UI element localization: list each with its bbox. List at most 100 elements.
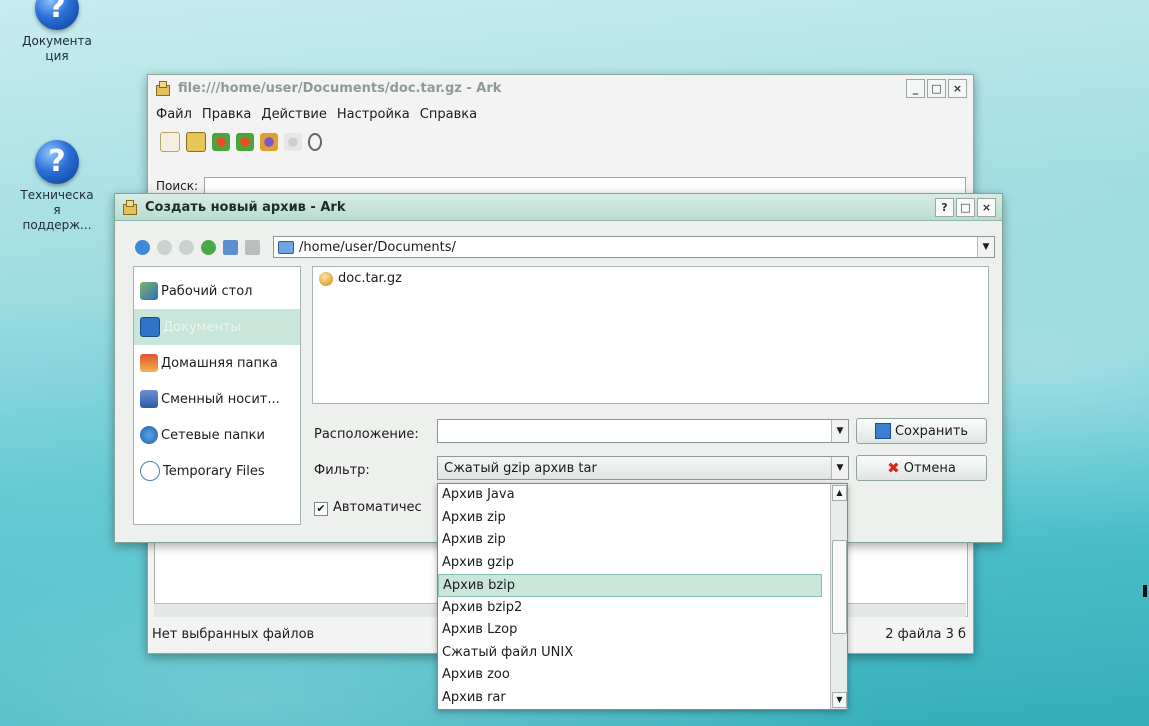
place-removable[interactable]: Сменный носит... [134,381,300,417]
place-label: Сетевые папки [161,427,265,443]
scroll-down-icon[interactable]: ▼ [832,692,847,708]
auto-extension-label: Автоматичес [333,500,422,515]
place-label: Сменный носит... [161,391,280,407]
help-button[interactable]: ? [935,197,954,217]
file-name: doc.tar.gz [338,271,402,286]
place-network[interactable]: Сетевые папки [134,417,300,453]
forward-icon[interactable] [179,239,194,255]
location-label: Расположение: [314,427,419,442]
desktop-icon-label: ция [45,49,69,63]
scroll-up-icon[interactable]: ▲ [832,485,847,501]
add-file-icon[interactable] [212,133,230,151]
desktop-icon-documentation[interactable]: ? Документа ция [4,0,110,64]
dialog-titlebar[interactable]: Создать новый архив - Ark ? □ × [115,194,1002,221]
home-icon [140,354,158,372]
filter-select[interactable]: Сжатый gzip архив tar ▼ [437,456,849,480]
filter-label: Фильтр: [314,463,370,478]
up-icon[interactable] [135,239,150,255]
place-home[interactable]: Домашняя папка [134,345,300,381]
desktop-icon-label: Техническа [20,188,94,202]
extract-icon[interactable] [260,133,278,151]
dropdown-option[interactable]: Архив zip [438,507,826,530]
file-list[interactable]: doc.tar.gz [312,266,989,404]
auto-extension-checkbox[interactable]: ✔ [314,502,328,516]
cancel-button[interactable]: ✖ Отмена [856,455,987,481]
dropdown-scrollbar[interactable]: ▲ ▼ [830,484,847,709]
search-label: Поиск: [156,179,199,193]
ark-app-icon [154,81,170,96]
view-icon[interactable] [308,133,322,151]
minimize-button[interactable]: _ [906,78,925,98]
dropdown-option[interactable]: Архив zoo [438,664,826,687]
place-desktop[interactable]: Рабочий стол [134,273,300,309]
delete-icon[interactable] [284,133,302,151]
place-documents[interactable]: Документы [134,309,300,345]
dropdown-option[interactable]: Сжатый файл UNIX [438,642,826,665]
desktop-icon-support[interactable]: ? Техническа я поддерж... [4,140,110,233]
scroll-thumb[interactable] [832,540,847,634]
filter-value: Сжатый gzip архив tar [444,460,597,476]
menu-help[interactable]: Справка [420,107,477,122]
back-icon[interactable] [157,239,172,255]
desktop-icon-label: поддерж... [22,218,92,232]
dropdown-option[interactable]: Архив zip [438,529,826,552]
configure-icon[interactable] [245,239,260,255]
documents-icon [140,317,160,337]
open-archive-icon[interactable] [186,132,206,152]
list-item[interactable]: doc.tar.gz [319,271,402,286]
status-count: 2 файла 3 б [885,627,966,642]
mouse-cursor [1143,585,1147,597]
save-button[interactable]: Сохранить [856,418,987,444]
ark-app-icon [121,200,137,215]
desktop-icon-label: я [53,203,61,217]
new-archive-icon[interactable] [160,132,180,152]
help-icon: ? [35,0,79,30]
path-value: /home/user/Documents/ [299,239,456,255]
dropdown-option[interactable]: Архив Lzop [438,619,826,642]
save-icon [874,423,891,439]
location-input[interactable]: ▼ [437,419,849,443]
desktop-icon-label: Документа [22,34,92,48]
dropdown-option[interactable]: Архив Java [438,484,826,507]
place-temporary[interactable]: Temporary Files [134,453,300,489]
dropdown-option[interactable]: Архив rar [438,687,826,710]
network-icon [140,426,158,444]
maximize-button[interactable]: □ [927,78,946,98]
close-button[interactable]: × [948,78,967,98]
navigation-toolbar: /home/user/Documents/ ▼ [135,236,995,258]
dropdown-option-highlighted[interactable]: Архив bzip [438,574,822,597]
cancel-button-label: Отмена [903,460,956,476]
save-button-label: Сохранить [894,423,969,439]
place-label: Рабочий стол [161,283,253,299]
place-label: Документы [163,319,241,335]
chevron-down-icon[interactable]: ▼ [977,237,994,257]
dropdown-option[interactable]: Архив bzip2 [438,597,826,620]
close-button[interactable]: × [977,197,996,217]
ark-toolbar [148,126,973,158]
menu-edit[interactable]: Правка [202,107,251,122]
menu-action[interactable]: Действие [261,107,326,122]
cancel-icon: ✖ [887,459,900,477]
archive-icon [319,271,333,286]
new-folder-icon[interactable] [223,239,238,255]
dropdown-option[interactable]: Архив gzip [438,552,826,575]
desktop-icon [140,282,158,300]
ark-menubar: Файл Правка Действие Настройка Справка [148,101,973,126]
removable-media-icon [140,390,158,408]
menu-file[interactable]: Файл [156,107,192,122]
reload-icon[interactable] [201,239,216,255]
ark-window-title: file:///home/user/Documents/doc.tar.gz -… [178,80,502,96]
path-combo[interactable]: /home/user/Documents/ ▼ [273,236,995,258]
dialog-title: Создать новый архив - Ark [145,199,346,215]
temp-folder-icon [140,461,160,481]
chevron-down-icon[interactable]: ▼ [831,457,848,479]
chevron-down-icon[interactable]: ▼ [831,420,848,442]
status-selection: Нет выбранных файлов [152,627,315,642]
folder-icon [278,240,294,254]
add-folder-icon[interactable] [236,133,254,151]
place-label: Домашняя папка [161,355,278,371]
ark-titlebar[interactable]: file:///home/user/Documents/doc.tar.gz -… [148,75,973,101]
place-label: Temporary Files [163,463,265,479]
menu-settings[interactable]: Настройка [337,107,410,122]
maximize-button[interactable]: □ [956,197,975,217]
